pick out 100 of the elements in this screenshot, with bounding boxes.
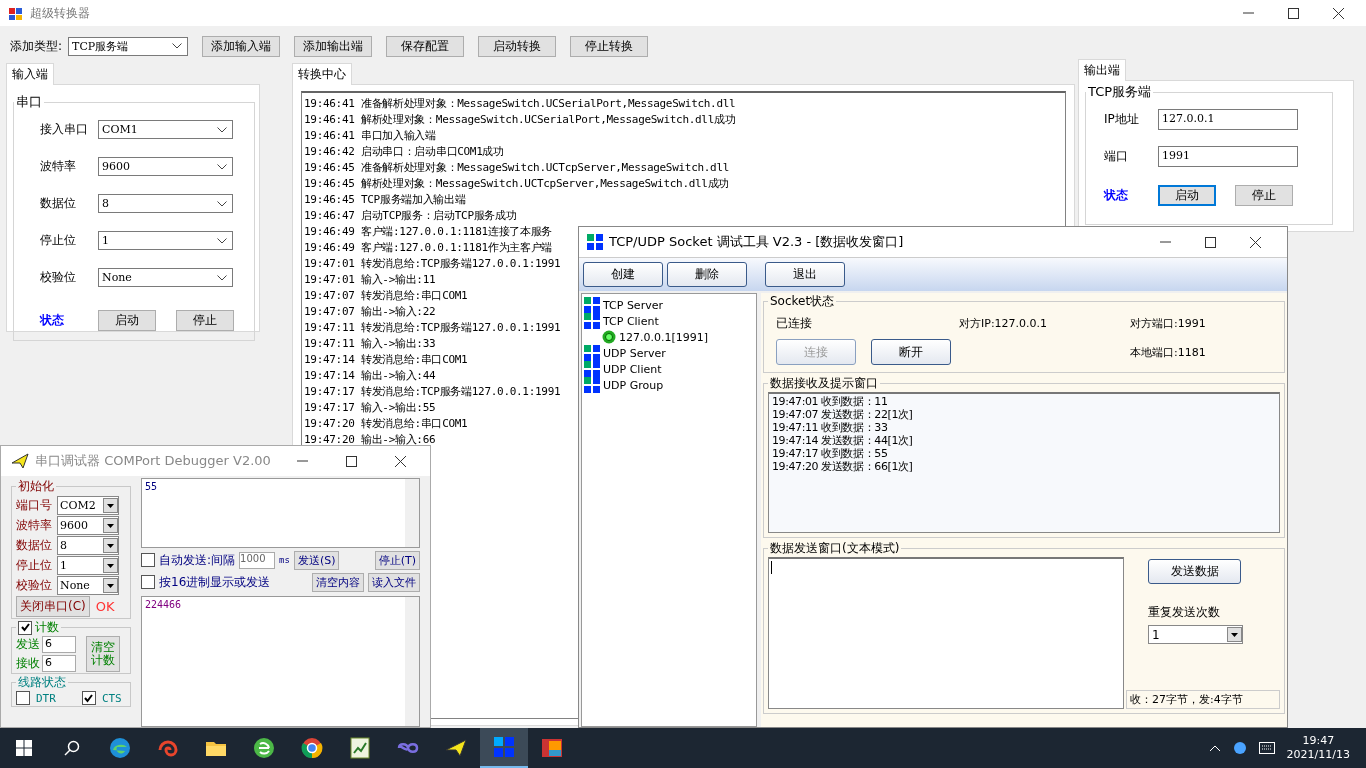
dropdown[interactable]: 9600 <box>98 157 233 176</box>
log-line: 19:47:11 转发消息给:TCP服务端127.0.0.1:1991 <box>304 320 561 336</box>
log-line: 19:47:14 转发消息给:串口COM1 <box>304 352 468 368</box>
dropdown[interactable]: 8 <box>98 194 233 213</box>
dropdown[interactable]: 8 <box>57 535 119 555</box>
text-field[interactable]: 6 <box>42 636 76 654</box>
dropdown[interactable]: None <box>57 575 119 595</box>
toolbar-button[interactable]: 启动转换 <box>478 35 557 57</box>
field-label: 停止位 <box>16 556 53 574</box>
checkbox[interactable] <box>81 691 96 705</box>
load-file-button[interactable]: 读入文件 <box>368 572 420 592</box>
dropdown[interactable]: 9600 <box>57 515 119 535</box>
log-line: 19:47:11 输入->输出:33 <box>304 336 436 352</box>
chevron-up-icon[interactable] <box>1208 744 1221 752</box>
toolbar-button[interactable]: 退出 <box>765 262 845 287</box>
panel-button[interactable]: 启动 <box>1158 184 1216 206</box>
send-data-button[interactable]: 发送数据 <box>1148 559 1241 584</box>
checkbox-label: CTS <box>101 691 122 705</box>
text-field[interactable]: 6 <box>42 654 76 672</box>
node-icon <box>584 345 600 361</box>
toolbar-button[interactable]: 添加输出端 <box>294 35 373 57</box>
toolbar-button[interactable]: 添加输入端 <box>202 35 281 57</box>
search-icon[interactable] <box>64 740 80 756</box>
field-label: 数据位 <box>40 195 77 212</box>
send-text-area[interactable] <box>768 557 1124 709</box>
paper-plane-icon <box>11 453 29 469</box>
tree-item[interactable]: TCP Server <box>603 298 663 312</box>
tree-item[interactable]: 127.0.0.1[1991] <box>619 330 709 344</box>
interval-field[interactable]: 1000 <box>239 551 276 569</box>
group-title: Socket状态 <box>769 293 836 310</box>
dropdown[interactable]: 1 <box>57 555 119 575</box>
dropdown[interactable]: TCP服务端 <box>68 36 189 56</box>
node-icon <box>584 313 600 329</box>
clock-date[interactable]: 2021/11/13 <box>1286 748 1350 762</box>
text-field[interactable]: 1991 <box>1158 146 1298 167</box>
checkbox[interactable] <box>16 691 30 705</box>
close-icon[interactable] <box>1333 7 1344 19</box>
tree-item[interactable]: UDP Client <box>603 362 662 376</box>
remote-port: 对方端口:1991 <box>1130 315 1207 331</box>
field-label: 停止位 <box>40 232 77 249</box>
maximize-icon[interactable] <box>1288 7 1299 19</box>
group-title: 线路状态 <box>17 674 67 691</box>
connection-button[interactable]: 断开 <box>871 339 951 365</box>
tree-item[interactable]: UDP Group <box>603 378 664 392</box>
log-line: 19:46:45 解析处理对象：MessageSwitch.UCTcpServer,MessageSwitch.dll成功 <box>304 176 730 192</box>
log-line: 19:47:14 输出->输入:44 <box>304 368 436 384</box>
maximize-icon[interactable] <box>1205 236 1216 248</box>
tree-item[interactable]: TCP Client <box>603 314 659 328</box>
send-button[interactable]: 发送(S) <box>293 550 340 570</box>
toolbar-button[interactable]: 停止转换 <box>570 35 649 57</box>
log-line: 19:46:45 准备解析处理对象：MessageSwitch.UCTcpServer,MessageSwitch.dll <box>304 160 730 176</box>
panel-button[interactable]: 停止 <box>1235 184 1293 206</box>
dropdown[interactable]: None <box>98 268 233 287</box>
dropdown[interactable]: 1 <box>98 231 233 250</box>
log-line: 19:47:17 输入->输出:55 <box>304 400 436 416</box>
network-icon[interactable] <box>1232 741 1247 755</box>
clear-count-button[interactable]: 清空计数 <box>86 636 120 672</box>
receive-text-area: 224466 <box>141 596 420 727</box>
stop-button[interactable]: 停止(T) <box>374 550 420 570</box>
log-line: 19:47:07 输出->输入:22 <box>304 304 436 320</box>
chevron-icon <box>217 200 227 207</box>
tree-item[interactable]: UDP Server <box>603 346 666 360</box>
repeat-label: 重复发送次数 <box>1148 604 1220 621</box>
panel-button[interactable]: 停止 <box>176 309 234 331</box>
tab[interactable]: 转换中心 <box>292 63 352 85</box>
clear-button[interactable]: 清空内容 <box>312 572 364 592</box>
repeat-dropdown[interactable]: 1 <box>1148 625 1243 644</box>
maximize-icon[interactable] <box>346 455 357 467</box>
tab[interactable]: 输入端 <box>6 63 54 85</box>
log-line: 19:46:41 准备解析处理对象：MessageSwitch.UCSerialPort,MessageSwitch.dll <box>304 96 736 112</box>
field-label: 端口号 <box>16 496 53 514</box>
toolbar-button[interactable]: 删除 <box>667 262 747 287</box>
tab[interactable]: 输出端 <box>1078 59 1126 81</box>
keyboard-icon[interactable] <box>1258 742 1275 754</box>
log-line: 19:47:20 转发消息给:串口COM1 <box>304 416 468 432</box>
log-line: 19:46:42 启动串口：启动串口COM1成功 <box>304 144 504 160</box>
checkbox[interactable] <box>18 620 32 635</box>
log-line: 19:47:20 输出->输入:66 <box>304 432 436 448</box>
start-icon[interactable] <box>16 740 32 756</box>
clock-time[interactable]: 19:47 <box>1302 734 1335 748</box>
log-line: 19:47:17 转发消息给:TCP服务端127.0.0.1:1991 <box>304 384 561 400</box>
close-icon[interactable] <box>395 455 406 467</box>
group-title: TCP服务端 <box>1087 83 1153 101</box>
field-label: 端口 <box>1104 148 1129 165</box>
field-label: IP地址 <box>1104 111 1140 128</box>
dropdown[interactable]: COM1 <box>98 120 233 139</box>
close-icon[interactable] <box>1250 236 1261 248</box>
toolbar-button[interactable]: 创建 <box>583 262 663 287</box>
chevron-icon <box>217 274 227 281</box>
panel-button[interactable]: 启动 <box>98 309 156 331</box>
toolbar-button[interactable]: 保存配置 <box>386 35 465 57</box>
checkbox[interactable] <box>141 553 155 567</box>
send-text-area[interactable]: 55 <box>141 478 420 548</box>
text-field[interactable]: 127.0.0.1 <box>1158 109 1298 130</box>
globe-icon <box>252 736 276 760</box>
close-port-button[interactable]: 关闭串口(C) <box>16 595 90 617</box>
checkbox[interactable] <box>141 575 155 589</box>
dropdown[interactable]: COM2 <box>57 495 119 515</box>
field-label: 接收 <box>16 654 40 672</box>
receive-line: 19:47:11 收到数据：33 <box>772 421 888 434</box>
